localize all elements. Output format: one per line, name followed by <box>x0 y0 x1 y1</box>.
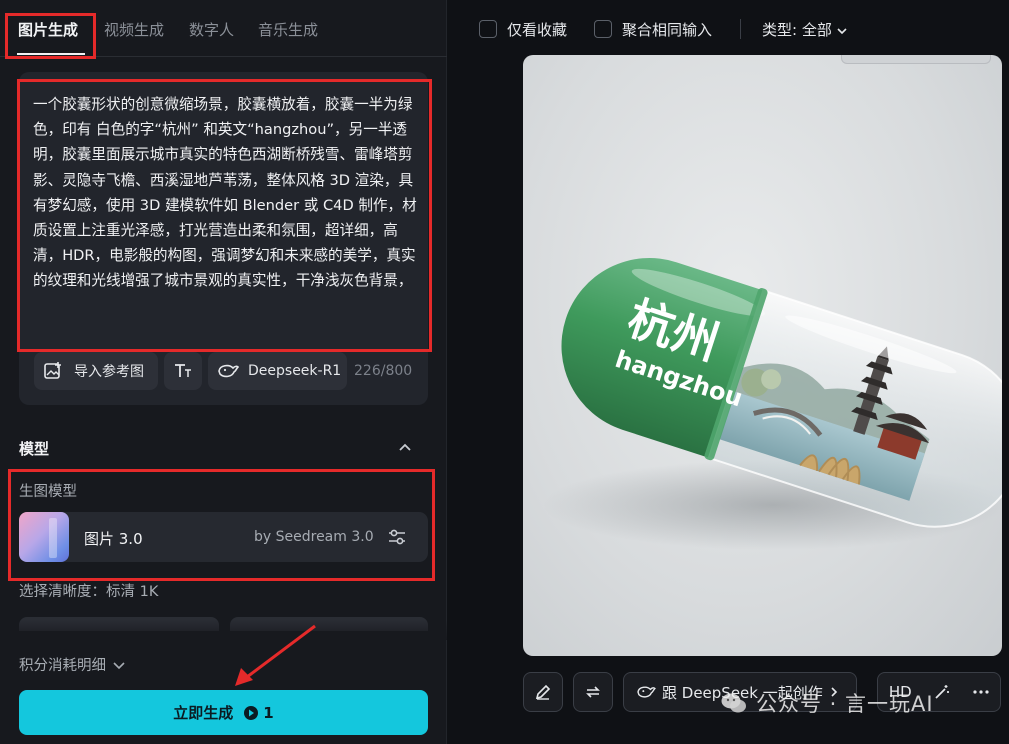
favorites-only-label[interactable]: 仅看收藏 <box>507 19 567 40</box>
merge-checkbox[interactable] <box>594 20 612 38</box>
divider <box>740 19 741 39</box>
regenerate-button[interactable] <box>573 672 613 712</box>
magic-wand-icon[interactable] <box>933 683 951 701</box>
active-tab-indicator <box>17 53 85 55</box>
favorites-checkbox[interactable] <box>479 20 497 38</box>
deepseek-label: Deepseek-R1 <box>248 363 342 379</box>
result-toolbar: 仅看收藏 聚合相同输入 类型: 全部 <box>459 0 1009 57</box>
tab-video-gen[interactable]: 视频生成 <box>104 19 164 40</box>
model-provider: by Seedream 3.0 <box>254 529 374 545</box>
whale-icon <box>218 364 239 378</box>
settings-sliders-icon[interactable] <box>387 528 407 546</box>
image-model-label: 生图模型 <box>19 484 77 500</box>
resolution-label: 选择清晰度：标清 1K <box>19 584 159 600</box>
generate-button[interactable]: 立即生成 1 <box>19 690 428 735</box>
more-icon[interactable] <box>973 689 989 695</box>
tab-bar: 图片生成 视频生成 数字人 音乐生成 <box>0 0 447 57</box>
import-reference-button[interactable]: 导入参考图 <box>34 352 158 390</box>
capsule-illustration: 杭州 hangzhou <box>543 258 1002 550</box>
credit-coin-icon <box>244 705 259 720</box>
wechat-icon <box>721 693 746 713</box>
model-section-title: 模型 <box>19 440 50 458</box>
left-panel: 图片生成 视频生成 数字人 音乐生成 一个胶囊形状的创意微缩场景，胶囊横放着，胶… <box>0 0 447 744</box>
scroll-fade <box>0 620 447 640</box>
type-filter-label: 类型: 全部 <box>762 21 832 39</box>
deepseek-button[interactable]: Deepseek-R1 <box>208 352 347 390</box>
watermark: 公众号 · 言一玩AI <box>720 688 934 718</box>
image-add-icon <box>44 362 61 379</box>
cost-details-toggle[interactable]: 积分消耗明细 <box>19 654 126 675</box>
tab-digital-human[interactable]: 数字人 <box>189 19 234 40</box>
chevron-up-icon[interactable] <box>397 440 413 454</box>
char-counter: 226/800 <box>354 363 413 379</box>
type-filter-select[interactable]: 类型: 全部 <box>762 19 848 40</box>
chevron-down-icon <box>837 27 847 34</box>
tab-image-gen[interactable]: 图片生成 <box>18 19 78 40</box>
refresh-icon <box>586 686 600 698</box>
generate-cost: 1 <box>263 703 274 722</box>
pencil-icon <box>535 684 551 700</box>
model-name: 图片 3.0 <box>84 530 143 548</box>
edit-button[interactable] <box>523 672 563 712</box>
prompt-textarea[interactable]: 一个胶囊形状的创意微缩场景，胶囊横放着，胶囊一半为绿色，印有 白色的字“杭州” … <box>33 92 425 294</box>
import-reference-label: 导入参考图 <box>74 364 144 380</box>
merge-same-input-label[interactable]: 聚合相同输入 <box>622 19 712 40</box>
image-top-chip <box>841 55 991 64</box>
text-format-button[interactable] <box>164 352 202 390</box>
generate-label: 立即生成 <box>173 704 234 722</box>
tab-music-gen[interactable]: 音乐生成 <box>258 19 318 40</box>
text-style-icon <box>175 364 191 377</box>
cost-details-label: 积分消耗明细 <box>19 658 106 674</box>
model-thumbnail <box>19 512 69 562</box>
watermark-text: 公众号 · 言一玩AI <box>756 692 934 716</box>
whale-icon <box>637 686 656 698</box>
generated-image[interactable]: 杭州 hangzhou <box>523 55 1002 656</box>
model-selector[interactable]: 图片 3.0 by Seedream 3.0 <box>19 512 428 562</box>
chevron-down-icon <box>113 662 125 670</box>
